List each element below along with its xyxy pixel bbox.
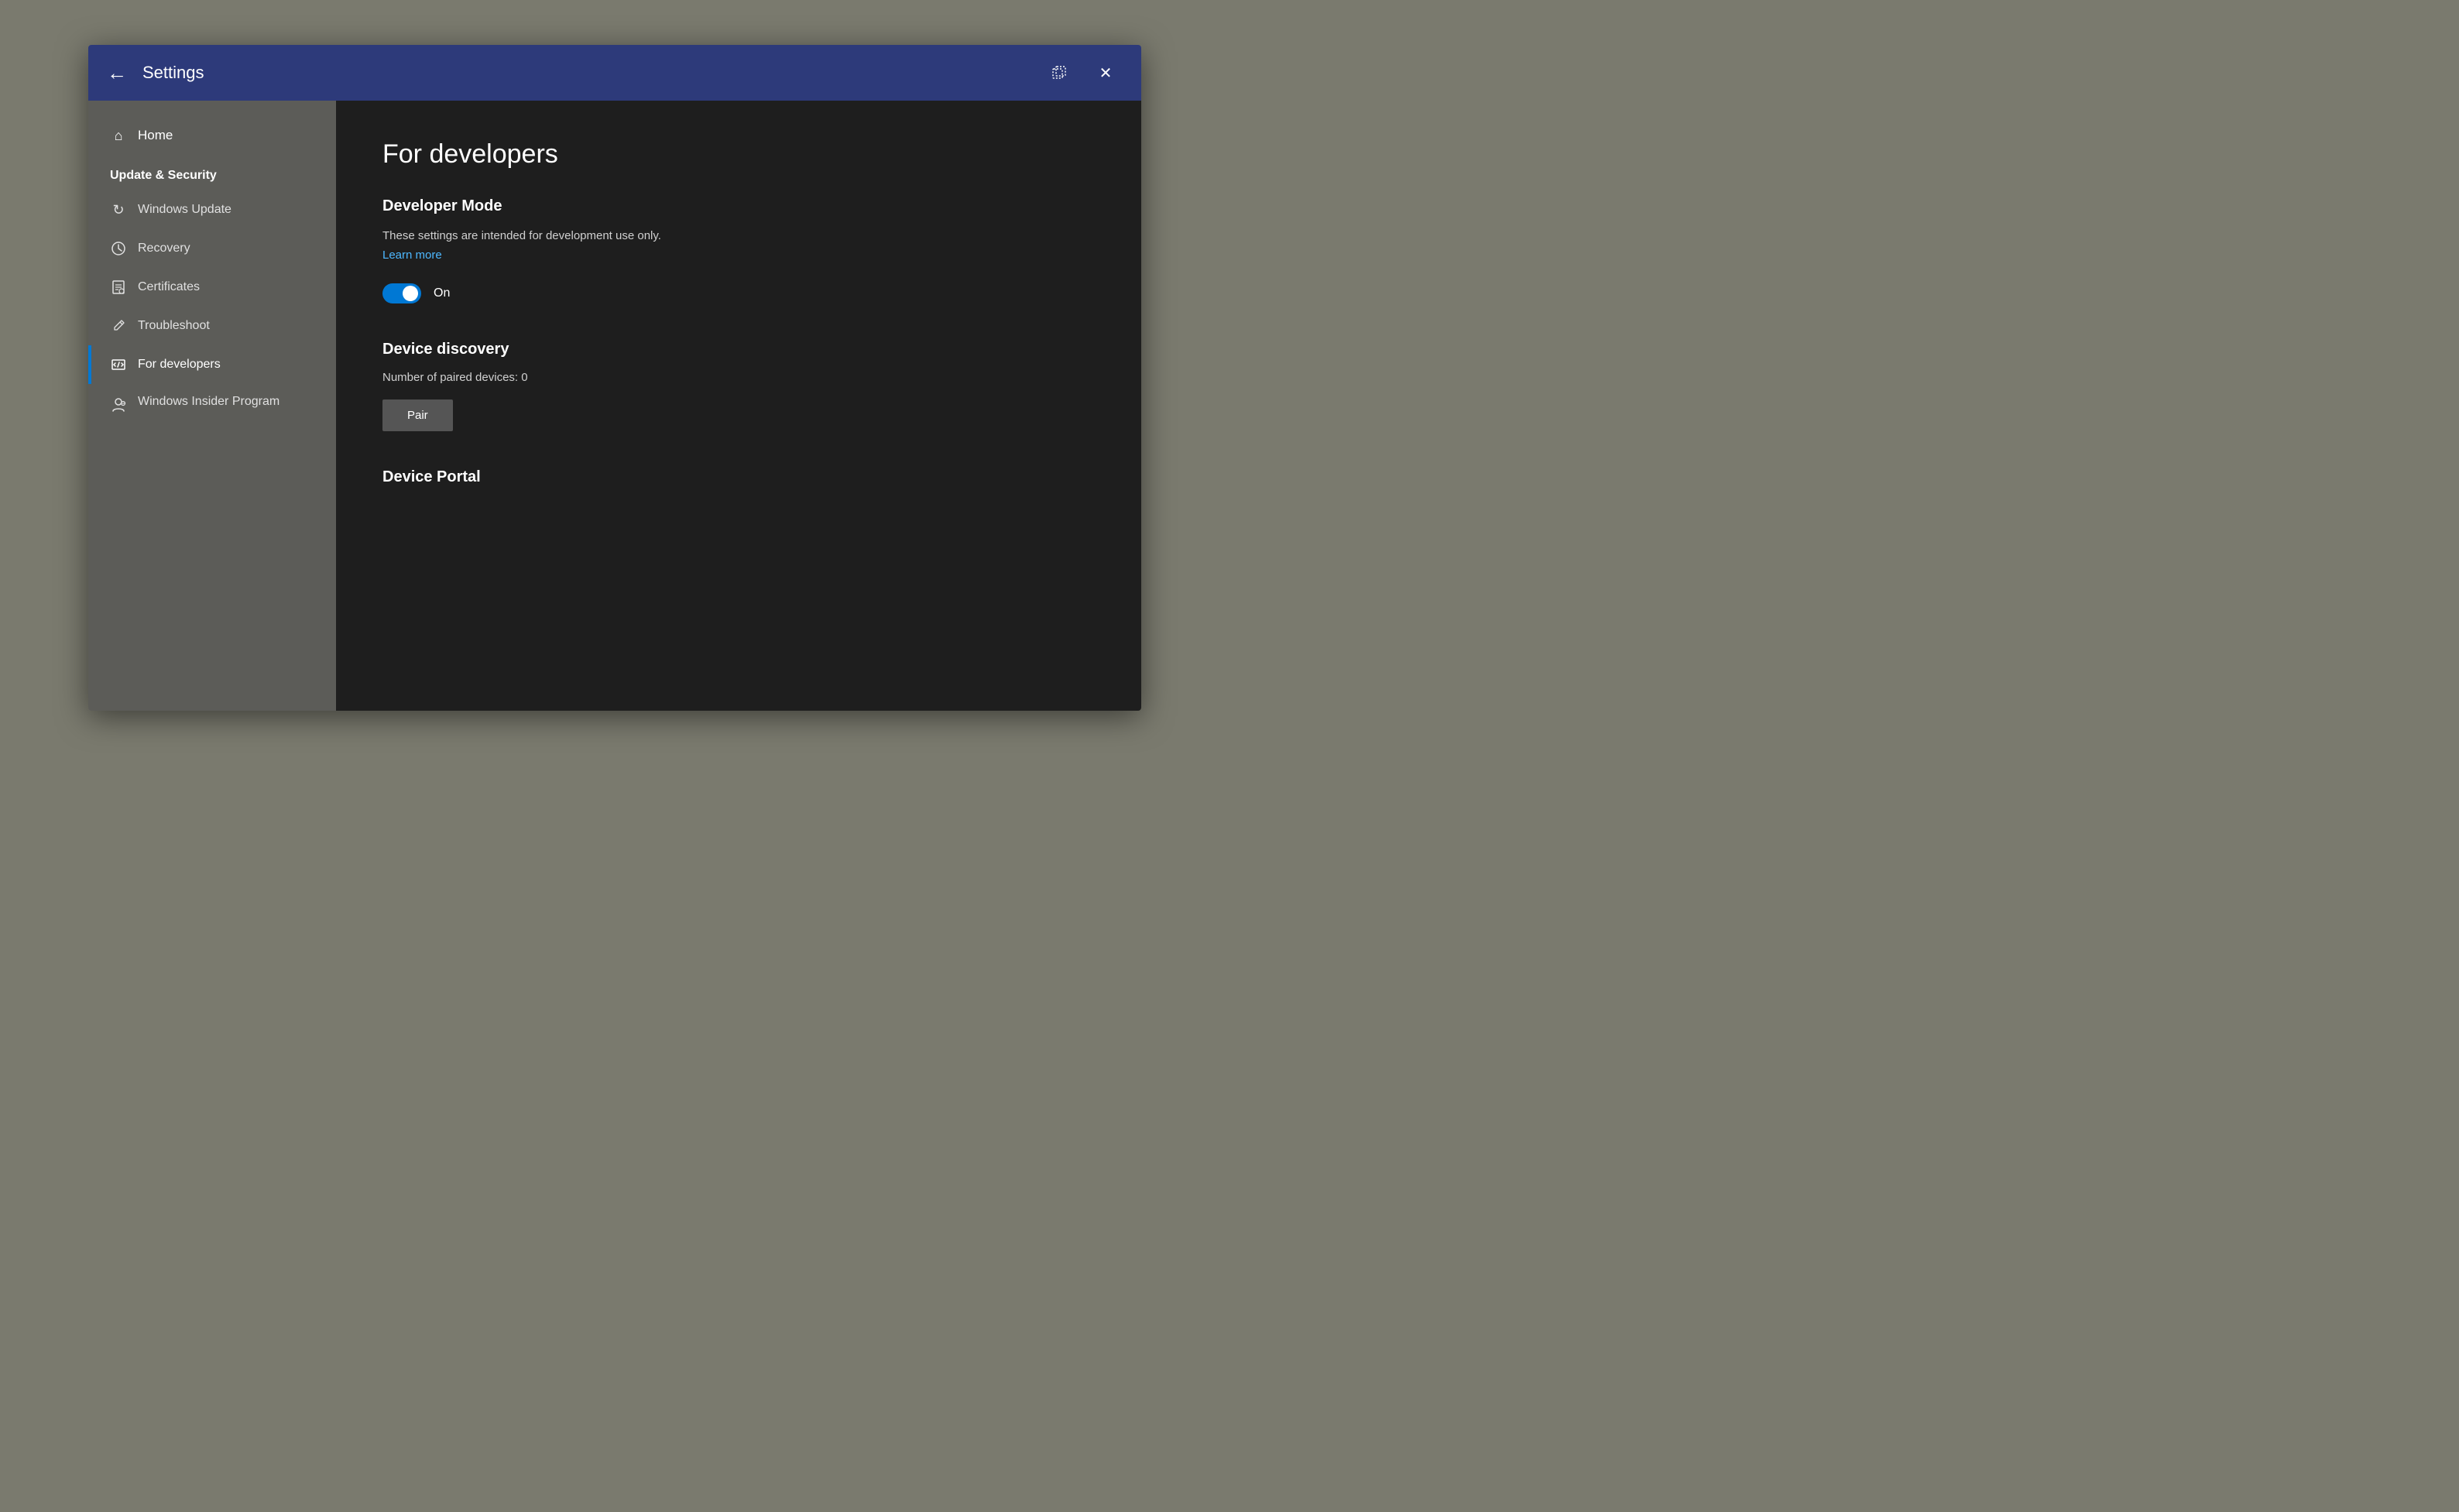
for-developers-icon [110,356,127,373]
sidebar-item-certificates[interactable]: Certificates [88,268,336,307]
sidebar: ⌂ Home Update & Security ↻ Windows Updat… [88,101,336,711]
troubleshoot-svg-icon [111,318,126,334]
restore-button[interactable] [1042,56,1076,90]
main-content: For developers Developer Mode These sett… [336,101,1141,711]
sidebar-item-label: Troubleshoot [138,319,210,333]
sidebar-item-windows-insider[interactable]: Windows Insider Program [88,384,336,424]
sidebar-item-label: Recovery [138,242,190,255]
sidebar-section-title: Update & Security [88,155,336,190]
sidebar-item-home[interactable]: ⌂ Home [88,116,336,155]
sidebar-item-troubleshoot[interactable]: Troubleshoot [88,307,336,345]
home-label: Home [138,128,173,143]
device-portal-title: Device Portal [382,468,1095,486]
windows-update-icon: ↻ [110,201,127,218]
sidebar-item-label: Windows Update [138,203,231,217]
sidebar-item-windows-update[interactable]: ↻ Windows Update [88,190,336,229]
cert-svg-icon [111,279,126,295]
close-button[interactable]: ✕ [1089,56,1123,90]
certificates-icon [110,279,127,296]
pair-button[interactable]: Pair [382,399,453,431]
sidebar-item-for-developers[interactable]: For developers [88,345,336,384]
content-area: ⌂ Home Update & Security ↻ Windows Updat… [88,101,1141,711]
troubleshoot-icon [110,317,127,334]
sidebar-item-label: For developers [138,358,221,372]
developer-mode-toggle[interactable] [382,283,421,303]
recovery-icon [110,240,127,257]
insider-svg-icon [111,397,126,413]
toggle-state-label: On [434,286,450,300]
restore-icon [1051,65,1067,81]
sidebar-item-label: Windows Insider Program [138,395,280,409]
learn-more-link[interactable]: Learn more [382,249,442,262]
recovery-svg-icon [111,241,126,256]
sidebar-item-label: Certificates [138,280,200,294]
settings-window: ← Settings ✕ ⌂ Home Update & Security ↻ … [88,45,1141,711]
paired-devices-info: Number of paired devices: 0 [382,371,1095,384]
windows-insider-icon [110,396,127,413]
sidebar-item-recovery[interactable]: Recovery [88,229,336,268]
device-discovery-title: Device discovery [382,341,1095,358]
window-controls: ✕ [1042,56,1123,90]
back-button[interactable]: ← [107,63,127,83]
home-icon: ⌂ [110,127,127,144]
titlebar: ← Settings ✕ [88,45,1141,101]
developer-mode-description: These settings are intended for developm… [382,229,1095,242]
developers-svg-icon [111,357,126,372]
window-title: Settings [142,63,1042,83]
developer-mode-title: Developer Mode [382,197,1095,215]
developer-mode-toggle-row: On [382,283,1095,303]
page-title: For developers [382,139,1095,170]
